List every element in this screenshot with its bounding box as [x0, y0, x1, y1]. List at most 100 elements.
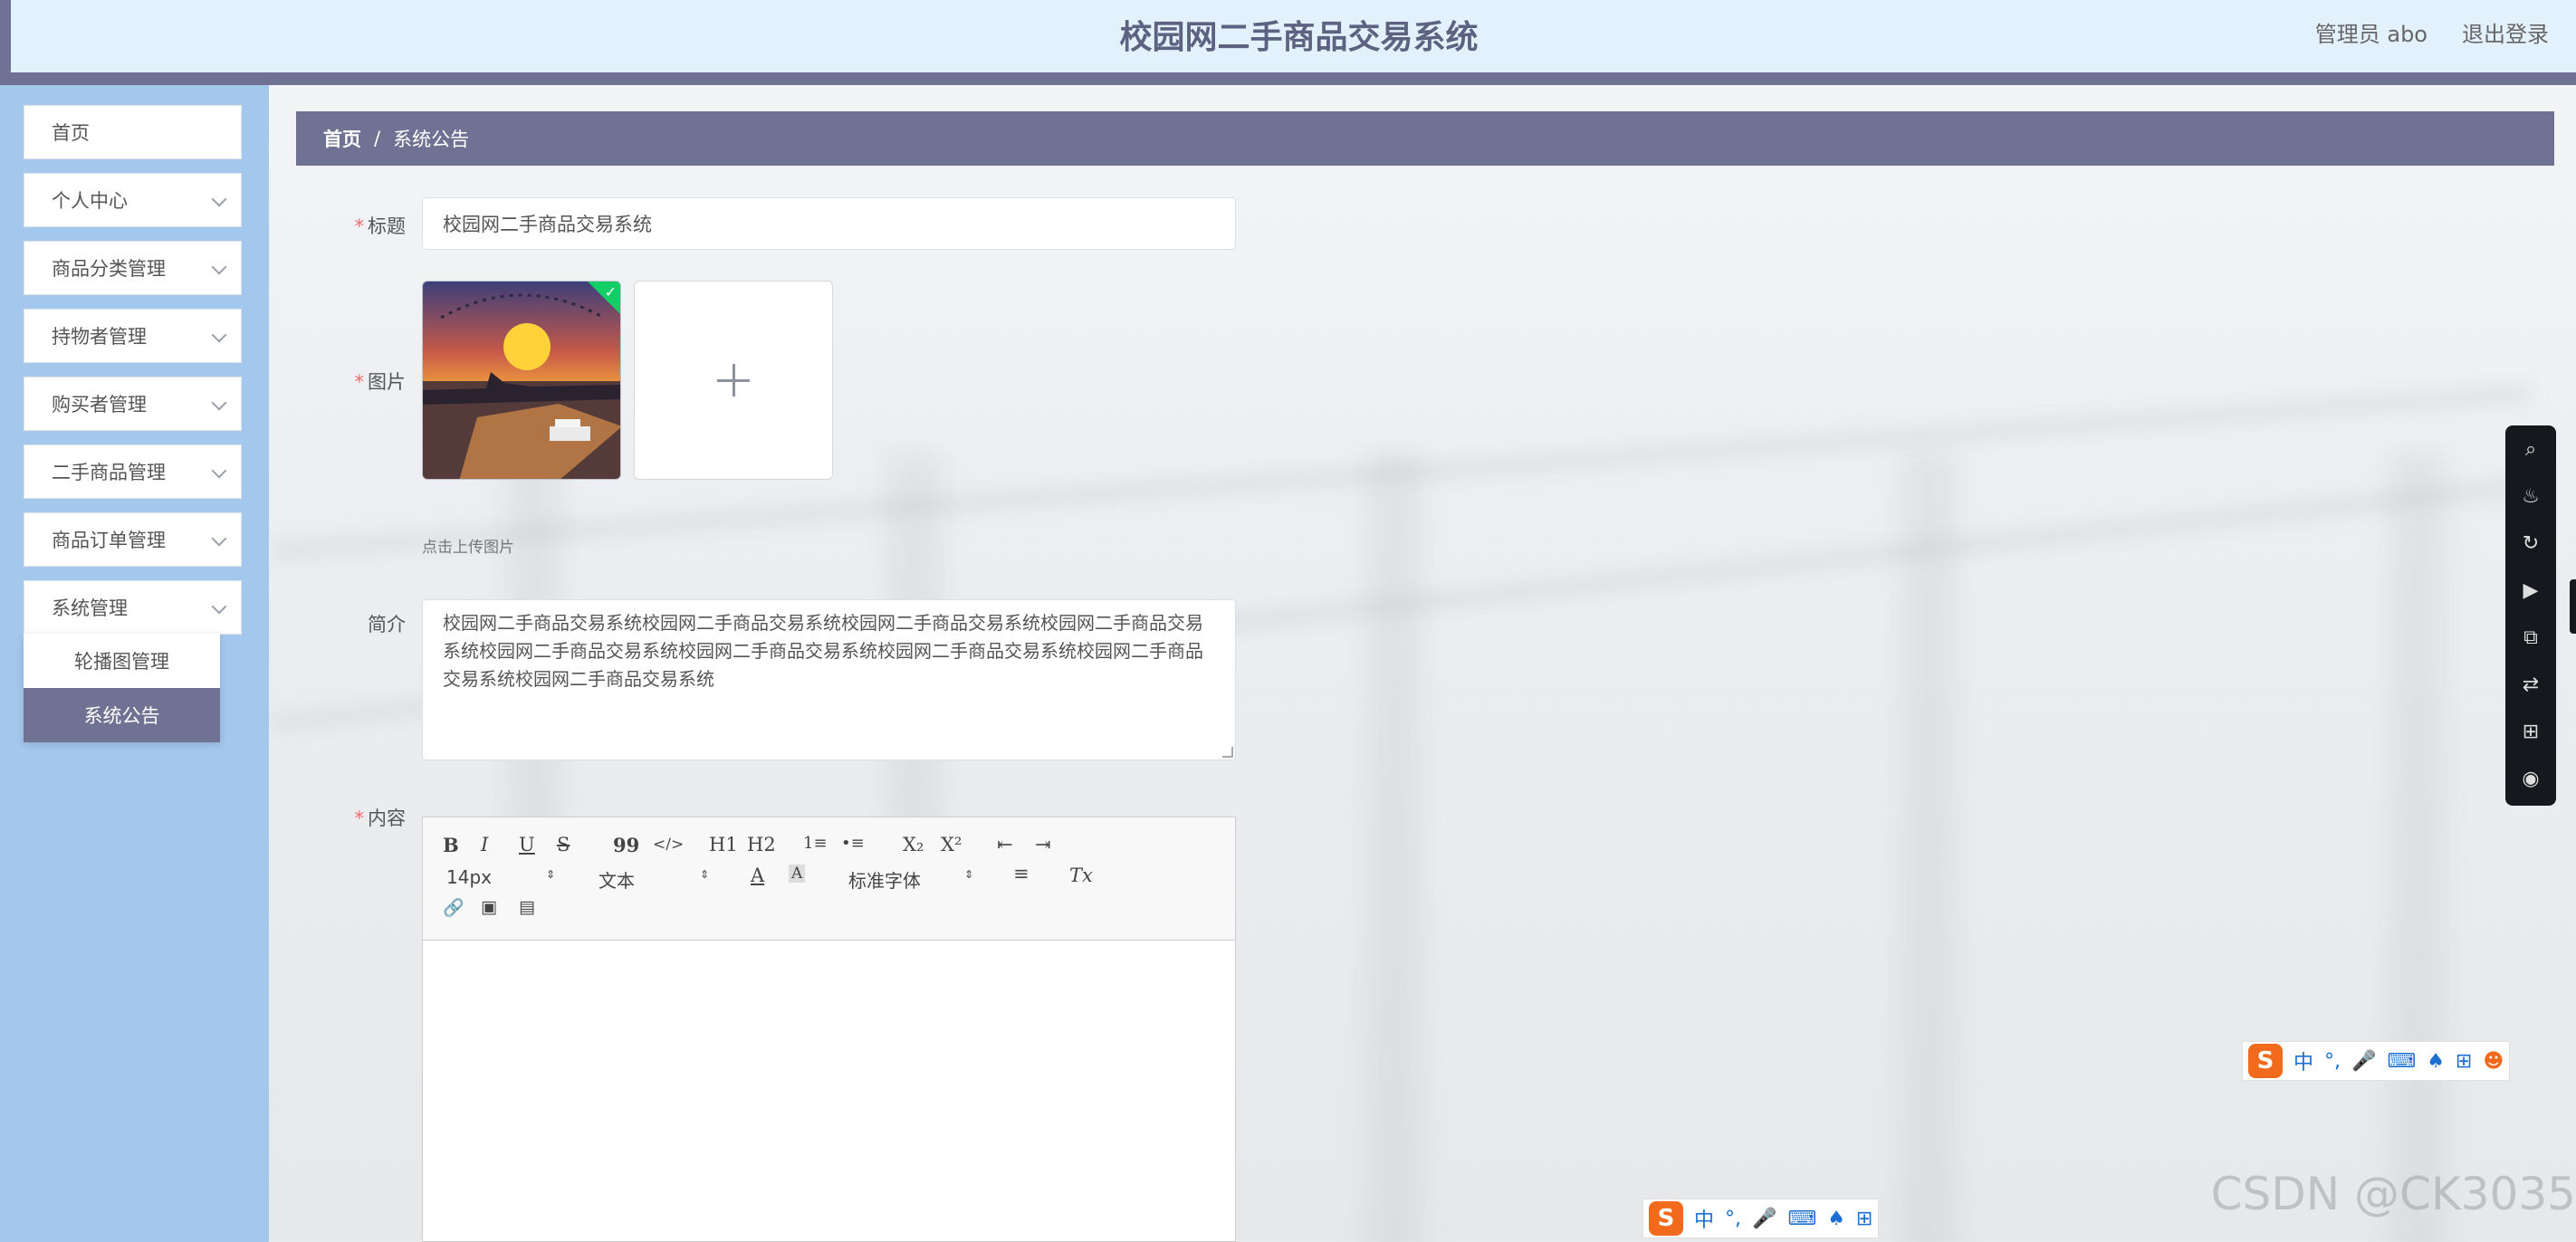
sidebar-item-buyer-management[interactable]: 购买者管理 [24, 377, 242, 431]
sidebar-item-label: 二手商品管理 [52, 462, 166, 483]
header1-icon[interactable]: H1 [709, 834, 738, 855]
ordered-list-icon[interactable]: 1≡ [803, 834, 828, 853]
link-icon[interactable]: 🔗 [443, 897, 464, 918]
header-divider [0, 72, 2576, 85]
system-submenu: 轮播图管理 系统公告 [24, 634, 220, 742]
editor-content-area[interactable] [423, 941, 1235, 1241]
record-icon[interactable]: ▶ [2505, 567, 2556, 614]
ime-punct[interactable]: °, [2324, 1050, 2341, 1073]
chevron-down-icon [211, 191, 227, 207]
refresh-icon[interactable]: ↻ [2505, 520, 2556, 567]
font-family-select[interactable]: 标准字体 [848, 866, 921, 893]
chevron-down-icon [211, 598, 227, 615]
intro-textarea[interactable]: 校园网二手商品交易系统校园网二手商品交易系统校园网二手商品交易系统校园网二手商品… [422, 599, 1236, 760]
ime-punct[interactable]: °, [1725, 1208, 1741, 1230]
sidebar-item-goods-management[interactable]: 二手商品管理 [24, 444, 242, 499]
ime-toolbar-secondary[interactable]: S 中 °, 🎤 ⌨ ♠ ⊞ [1642, 1199, 1880, 1238]
chevron-down-icon [211, 530, 227, 547]
sidebar-item-home[interactable]: 首页 [24, 105, 242, 159]
align-icon[interactable]: ≡ [1013, 863, 1029, 884]
intro-text: 校园网二手商品交易系统校园网二手商品交易系统校园网二手商品交易系统校园网二手商品… [443, 612, 1203, 690]
search-icon[interactable]: ⌕ [2505, 425, 2556, 473]
sidebar-item-category-management[interactable]: 商品分类管理 [24, 241, 242, 295]
sidebar-item-holder-management[interactable]: 持物者管理 [24, 309, 242, 363]
indent-icon[interactable]: ⇥ [1035, 834, 1051, 855]
sidebar-item-system-management[interactable]: 系统管理 [24, 580, 242, 635]
subscript-icon[interactable]: X₂ [903, 834, 924, 855]
chevron-down-icon [211, 395, 227, 411]
chevron-down-icon [211, 463, 227, 479]
bold-icon[interactable]: B [443, 834, 459, 856]
select-arrows-icon: ⇕ [700, 868, 710, 881]
strike-icon[interactable]: S [557, 834, 570, 855]
select-arrows-icon: ⇕ [546, 868, 556, 881]
image-icon[interactable]: ▣ [481, 897, 497, 917]
outdent-icon[interactable]: ⇤ [997, 834, 1013, 855]
apps-icon[interactable]: ⊞ [1856, 1208, 1872, 1230]
camera-icon[interactable]: ◉ [2505, 755, 2556, 802]
keyboard-icon[interactable]: ⌨ [2387, 1050, 2416, 1073]
ime-mode[interactable]: 中 [2294, 1046, 2313, 1075]
uploaded-image[interactable]: ✓ [422, 281, 621, 480]
sidebar-item-label: 商品分类管理 [52, 258, 166, 280]
screen-capture-icon[interactable]: ⧉ [2505, 614, 2556, 661]
bullet-list-icon[interactable]: •≡ [841, 834, 865, 853]
mic-icon[interactable]: 🎤 [2351, 1050, 2376, 1073]
title-input[interactable]: 校园网二手商品交易系统 [422, 197, 1236, 250]
ime-toolbar[interactable]: S 中 °, 🎤 ⌨ ♠ ⊞ ☻ [2242, 1041, 2511, 1081]
required-mark: * [354, 215, 365, 237]
rich-text-editor[interactable]: B I U S 99 </> H1 H2 1≡ •≡ X₂ X² ⇤ ⇥ 14p… [422, 817, 1236, 1242]
sidebar-item-order-management[interactable]: 商品订单管理 [24, 512, 242, 567]
current-user[interactable]: 管理员 abo [2315, 16, 2428, 48]
clean-format-icon[interactable]: Tx [1069, 865, 1093, 886]
breadcrumb-separator: / [374, 128, 381, 149]
chevron-down-icon [211, 327, 227, 343]
background-post [2390, 453, 2445, 1242]
title-label: * 标题 [297, 212, 407, 239]
sogou-logo-icon: S [2248, 1044, 2283, 1078]
background-color-icon[interactable]: A [789, 865, 806, 883]
code-block-icon[interactable]: </> [653, 836, 684, 854]
panel-tab[interactable] [2570, 579, 2576, 634]
floating-tool-panel: ⌕ ♨ ↻ ▶ ⧉ ⇄ ⊞ ◉ [2505, 425, 2556, 806]
translate-icon[interactable]: ⊞ [2505, 708, 2556, 755]
switch-icon[interactable]: ⇄ [2505, 661, 2556, 708]
ime-mode[interactable]: 中 [1694, 1204, 1714, 1233]
app-title: 校园网二手商品交易系统 [1119, 19, 1479, 56]
underline-icon[interactable]: U [519, 834, 535, 855]
resize-handle[interactable] [1222, 747, 1233, 758]
keyboard-icon[interactable]: ⌨ [1787, 1208, 1816, 1230]
video-icon[interactable]: ▤ [519, 897, 535, 917]
logout-link[interactable]: 退出登录 [2462, 16, 2549, 48]
required-mark: * [354, 371, 365, 393]
skin-icon[interactable]: ♠ [2427, 1050, 2445, 1073]
submenu-item-carousel[interactable]: 轮播图管理 [24, 634, 220, 688]
emoji-icon[interactable]: ☻ [2483, 1050, 2504, 1073]
mic-icon[interactable]: 🎤 [1752, 1208, 1776, 1230]
italic-icon[interactable]: I [481, 834, 488, 855]
image-upload-button[interactable] [634, 281, 833, 480]
fire-icon[interactable]: ♨ [2505, 473, 2556, 520]
plus-icon-vertical [732, 364, 735, 396]
header-select[interactable]: 文本 [599, 866, 635, 893]
content-label-text: 内容 [368, 807, 406, 829]
sidebar-item-personal-center[interactable]: 个人中心 [24, 173, 242, 227]
skin-icon[interactable]: ♠ [1827, 1208, 1845, 1230]
apps-icon[interactable]: ⊞ [2456, 1050, 2472, 1073]
font-size-select[interactable]: 14px [446, 866, 492, 888]
image-label: * 图片 [297, 368, 407, 395]
sidebar-item-label: 商品订单管理 [52, 530, 166, 551]
top-header: 校园网二手商品交易系统 管理员 abo 退出登录 [0, 0, 2576, 72]
submenu-item-announcement[interactable]: 系统公告 [24, 688, 220, 742]
sidebar-item-label: 首页 [52, 122, 90, 144]
required-mark: * [354, 807, 365, 829]
chevron-down-icon [211, 259, 227, 275]
image-label-text: 图片 [368, 371, 406, 393]
breadcrumb-home[interactable]: 首页 [323, 125, 361, 152]
select-arrows-icon: ⇕ [964, 868, 974, 881]
header2-icon[interactable]: H2 [747, 834, 776, 855]
font-color-icon[interactable]: A [751, 865, 764, 886]
superscript-icon[interactable]: X² [941, 834, 962, 855]
blockquote-icon[interactable]: 99 [613, 834, 639, 856]
background-post [1367, 453, 1422, 1242]
